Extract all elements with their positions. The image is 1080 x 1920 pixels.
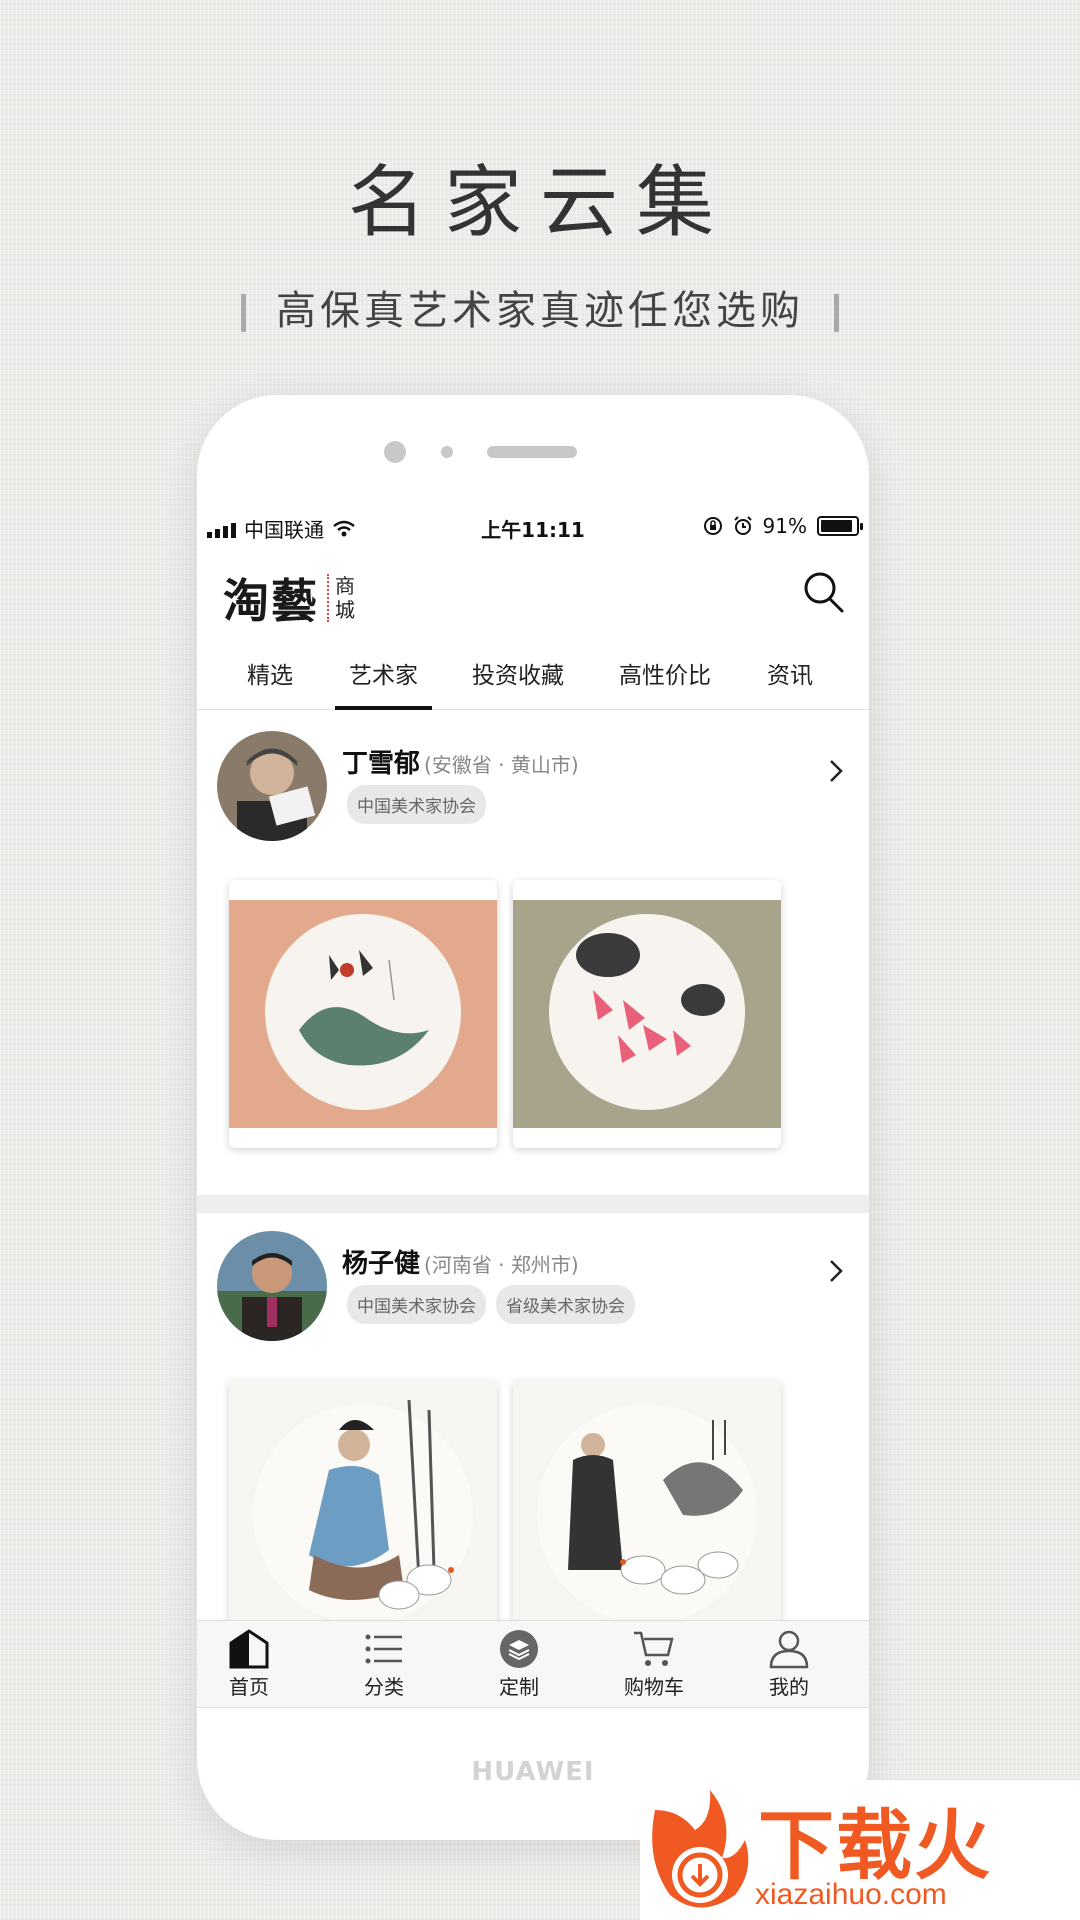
hero-subtitle-text: 高保真艺术家真迹任您选购 [276, 288, 804, 334]
artist-location: (安徽省 · 黄山市) [424, 753, 579, 777]
association-tag: 中国美术家协会 [347, 785, 486, 824]
artist-name: 丁雪郁 (安徽省 · 黄山市) [342, 743, 579, 780]
tab-artists[interactable]: 艺术家 [335, 656, 432, 710]
hero-title: 名家云集 [347, 158, 732, 248]
watermark-url: xiazaihuo.com [755, 1878, 947, 1911]
tabbar-custom[interactable]: 定制 [459, 1629, 579, 1700]
tabbar-mine-label: 我的 [769, 1675, 809, 1699]
logo-sub-text: 商城 [327, 574, 355, 622]
phone-frame: 中国联通 上午11:11 91% 淘藝 商城 精选 艺术家 投资收藏 高性价比 … [197, 395, 869, 1840]
hero-subtitle: 高保真艺术家真迹任您选购 [0, 278, 1080, 336]
avatar[interactable] [217, 1231, 327, 1341]
category-tabs: 精选 艺术家 投资收藏 高性价比 资讯 [197, 640, 869, 710]
cart-icon [634, 1631, 674, 1666]
artist-name: 杨子健 (河南省 · 郑州市) [342, 1243, 579, 1280]
divider-bar [834, 294, 839, 332]
artist-name-text: 丁雪郁 [342, 749, 421, 779]
divider-bar [241, 294, 246, 332]
chevron-right-icon[interactable] [821, 756, 851, 786]
artwork-thumbnail[interactable] [513, 880, 781, 1148]
artist-tags: 中国美术家协会 [347, 785, 486, 824]
association-tag: 省级美术家协会 [496, 1285, 635, 1324]
tabbar-category[interactable]: 分类 [324, 1629, 444, 1700]
association-tag: 中国美术家协会 [347, 1285, 486, 1324]
section-divider [197, 1195, 869, 1213]
avatar[interactable] [217, 731, 327, 841]
speaker-grille [487, 446, 577, 458]
layers-icon [500, 1630, 538, 1668]
sensor-dot [384, 441, 406, 463]
artwork-thumbnail[interactable] [229, 880, 497, 1148]
alarm-icon [733, 516, 752, 535]
user-icon [769, 1630, 809, 1669]
tab-news[interactable]: 资讯 [767, 656, 813, 690]
tab-investment[interactable]: 投资收藏 [472, 656, 564, 690]
artwork-thumbnail[interactable] [513, 1380, 781, 1648]
chevron-right-icon[interactable] [821, 1256, 851, 1286]
tabbar-mine[interactable]: 我的 [729, 1629, 849, 1700]
search-icon[interactable] [801, 569, 847, 615]
tabbar-home[interactable]: 首页 [197, 1629, 309, 1700]
app-header: 淘藝 商城 [197, 553, 869, 633]
battery-percent: 91% [762, 514, 807, 538]
artwork-thumbnail[interactable] [229, 1380, 497, 1648]
rotation-lock-icon [703, 517, 722, 535]
artist-location: (河南省 · 郑州市) [424, 1253, 579, 1277]
logo-sub-1: 商 [335, 574, 355, 598]
tabbar-category-label: 分类 [364, 1675, 404, 1699]
tabbar-cart-label: 购物车 [624, 1675, 684, 1699]
artist-tags: 中国美术家协会 省级美术家协会 [347, 1285, 635, 1324]
watermark: 下载火 xiazaihuo.com [640, 1780, 1080, 1920]
tabbar-custom-label: 定制 [499, 1675, 539, 1699]
list-icon [365, 1634, 402, 1664]
home-icon [229, 1629, 269, 1669]
logo-sub-2: 城 [335, 598, 355, 622]
artist-name-text: 杨子健 [342, 1249, 421, 1279]
tab-value[interactable]: 高性价比 [619, 656, 711, 690]
bottom-tab-bar: 首页 分类 定制 购物车 我的 [197, 1620, 869, 1708]
camera-dot [441, 446, 453, 458]
status-bar: 中国联通 上午11:11 91% [207, 510, 863, 546]
tabbar-cart[interactable]: 购物车 [594, 1629, 714, 1700]
battery-icon [817, 516, 863, 536]
flame-logo-icon [652, 1790, 749, 1908]
tab-featured[interactable]: 精选 [247, 656, 293, 690]
tabbar-home-label: 首页 [229, 1675, 269, 1699]
logo-main-text: 淘藝 [223, 574, 319, 628]
app-logo: 淘藝 商城 [223, 565, 355, 631]
